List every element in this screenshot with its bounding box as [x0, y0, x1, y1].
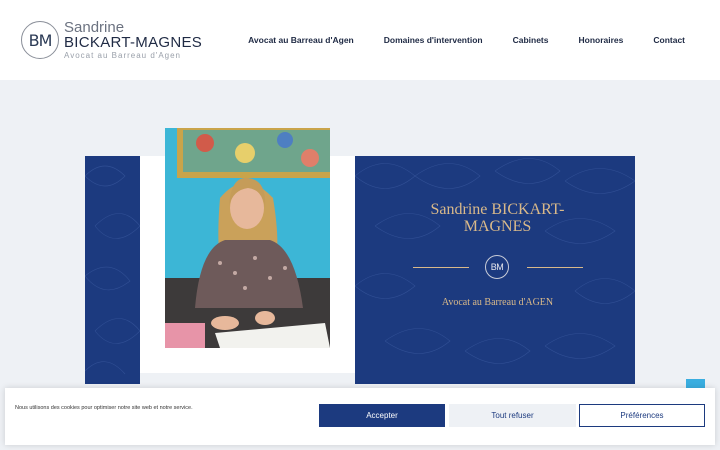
- main-nav: Avocat au Barreau d'Agen Domaines d'inte…: [248, 35, 685, 45]
- site-logo[interactable]: BM Sandrine BICKART-MAGNES Avocat au Bar…: [21, 20, 202, 60]
- logo-tagline: Avocat au Barreau d'Agen: [64, 51, 181, 60]
- hero-divider: [527, 267, 583, 268]
- logo-monogram: BM: [21, 21, 59, 59]
- hero-subtitle: Avocat au Barreau d'AGEN: [441, 297, 554, 308]
- portrait-illustration: [165, 128, 330, 348]
- nav-item-avocat[interactable]: Avocat au Barreau d'Agen: [248, 35, 354, 45]
- portrait-photo: [165, 128, 330, 348]
- logo-first-name: Sandrine: [64, 19, 125, 36]
- cookie-message: Nous utilisons des cookies pour optimise…: [15, 405, 193, 411]
- site-header: BM Sandrine BICKART-MAGNES Avocat au Bar…: [0, 0, 720, 80]
- logo-text: Sandrine BICKART-MAGNES Avocat au Barrea…: [64, 20, 202, 60]
- hero-monogram: BM: [485, 255, 509, 279]
- nav-item-domaines[interactable]: Domaines d'intervention: [384, 35, 483, 45]
- nav-item-cabinets[interactable]: Cabinets: [513, 35, 549, 45]
- nav-item-honoraires[interactable]: Honoraires: [578, 35, 623, 45]
- accept-cookies-button[interactable]: Accepter: [319, 404, 445, 427]
- hero-name: Sandrine BICKART-MAGNES: [430, 201, 565, 235]
- logo-last-name: BICKART-MAGNES: [64, 34, 203, 51]
- hero-divider: [413, 267, 469, 268]
- cookie-preferences-button[interactable]: Préférences: [579, 404, 705, 427]
- cookie-banner: Nous utilisons des cookies pour optimise…: [5, 388, 715, 445]
- hero-pattern-left: [85, 156, 140, 384]
- nav-item-contact[interactable]: Contact: [653, 35, 685, 45]
- refuse-cookies-button[interactable]: Tout refuser: [449, 404, 576, 427]
- leaf-pattern: [85, 165, 140, 375]
